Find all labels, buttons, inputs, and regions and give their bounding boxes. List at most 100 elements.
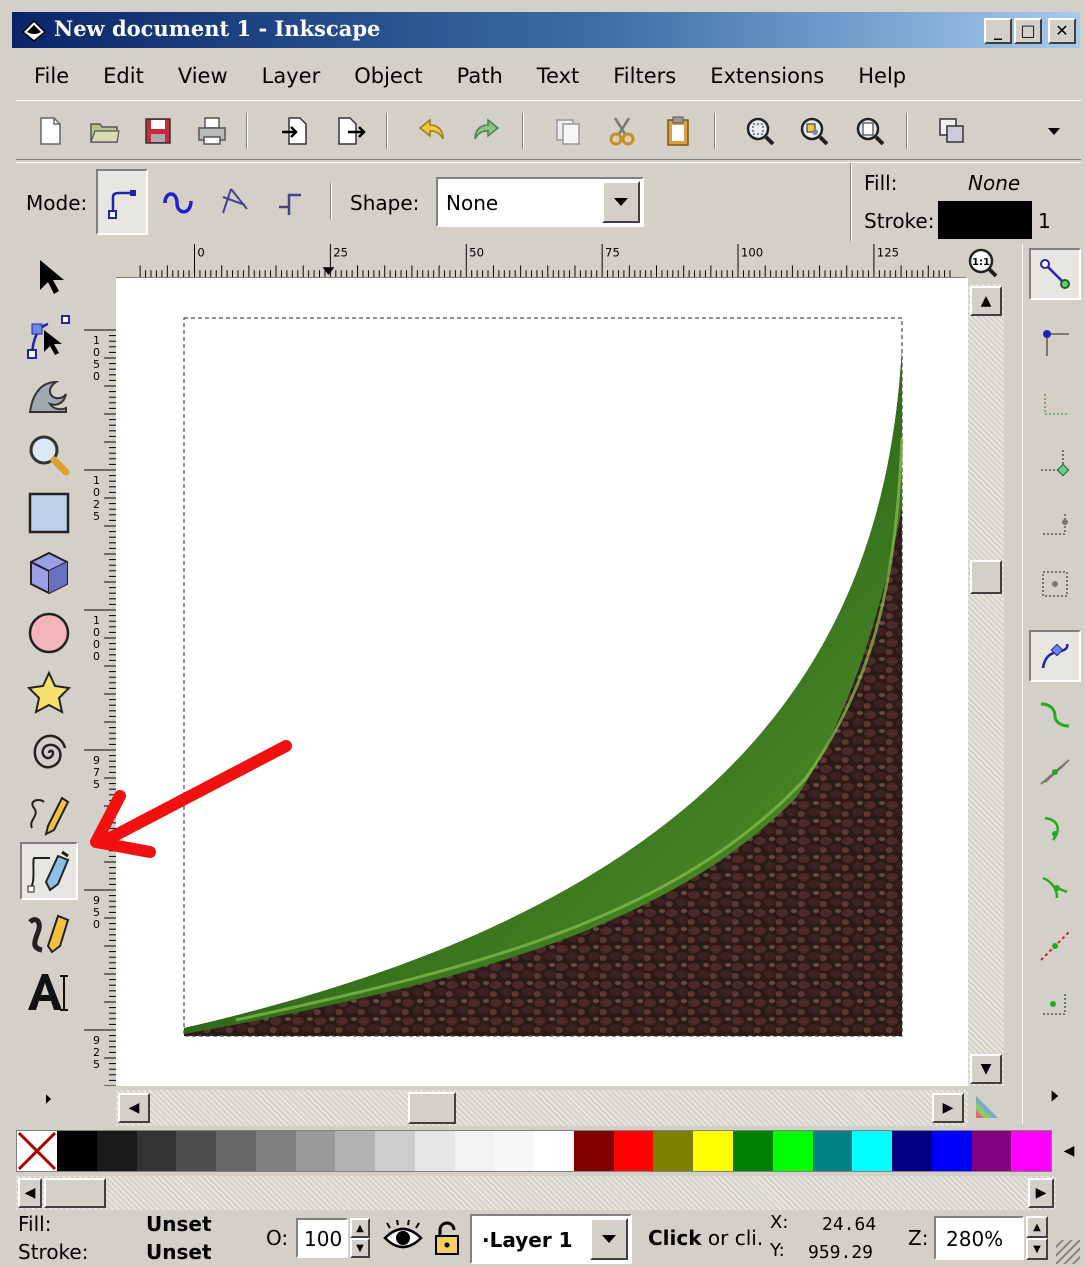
scroll-left-button[interactable]: ◀ [118,1093,150,1123]
opacity-input[interactable]: 100 [296,1218,348,1258]
snap-cusp-nodes-button[interactable] [1029,862,1081,914]
snap-bbox-button[interactable] [1029,316,1081,368]
palette-swatch[interactable] [653,1131,694,1171]
vertical-scroll-thumb[interactable] [970,560,1002,594]
mode-bspline-button[interactable] [208,169,260,235]
scroll-up-button[interactable]: ▲ [970,286,1002,316]
palette-swatch[interactable] [414,1131,455,1171]
palette-scroll-left-button[interactable]: ◀ [18,1178,42,1208]
layer-lock-toggle[interactable] [432,1220,462,1256]
palette-swatch[interactable] [295,1131,336,1171]
ellipse-tool[interactable] [20,604,78,662]
menu-edit[interactable]: Edit [86,64,161,88]
mode-paraxial-button[interactable] [264,169,316,235]
duplicate-button[interactable] [548,111,588,151]
snap-enable-button[interactable] [1029,248,1081,300]
style-stroke-width[interactable]: 1 [1038,209,1051,233]
palette-swatch[interactable] [375,1131,415,1171]
maximize-button[interactable]: □ [1014,18,1042,44]
node-tool[interactable] [20,308,78,366]
status-fill-value[interactable]: Unset [146,1212,212,1236]
palette-swatch[interactable] [136,1131,177,1171]
save-button[interactable] [138,111,178,151]
zoom-selection-button[interactable] [740,111,780,151]
palette-swatch[interactable] [494,1131,535,1171]
palette-swatch[interactable] [534,1131,574,1171]
style-stroke-swatch[interactable] [938,201,1032,239]
snap-object-center-button[interactable] [1029,978,1081,1030]
palette-swatch[interactable] [57,1131,97,1171]
zoom-one-to-one-button[interactable]: 1:1 [968,248,998,278]
palette-scroll-right-button[interactable]: ▶ [1028,1178,1054,1208]
zoom-page-button[interactable] [850,111,890,151]
toolbox-more-button[interactable] [20,1070,78,1128]
opacity-spin-up[interactable]: ▲ [350,1218,370,1238]
palette-swatch[interactable] [613,1131,654,1171]
tweak-tool[interactable] [20,366,78,424]
redo-button[interactable] [466,111,506,151]
no-paint-swatch[interactable] [17,1131,57,1171]
menu-file[interactable]: File [16,64,86,88]
status-stroke-value[interactable]: Unset [146,1240,212,1264]
menu-extensions[interactable]: Extensions [693,64,841,88]
scroll-right-button[interactable]: ▶ [932,1093,964,1123]
shape-select[interactable]: None [436,177,644,227]
zoom-spin-up[interactable]: ▲ [1026,1216,1048,1238]
print-button[interactable] [192,111,232,151]
snap-paths-button[interactable] [1029,688,1081,740]
minimize-button[interactable]: _ [984,18,1012,44]
menu-view[interactable]: View [161,64,245,88]
palette-swatch[interactable] [931,1131,972,1171]
selector-tool[interactable] [20,248,78,306]
zoom-tool[interactable] [20,426,78,484]
palette-swatch[interactable] [812,1131,853,1171]
palette-swatch[interactable] [335,1131,376,1171]
snapbar-more-button[interactable] [1029,1070,1081,1122]
horizontal-scrollbar[interactable]: ◀ ▶ [116,1090,968,1126]
mode-regular-bezier-button[interactable] [96,169,148,235]
horizontal-ruler[interactable]: 0 25 50 75 100 125 [116,244,966,278]
palette-swatch[interactable] [971,1131,1012,1171]
layer-select[interactable]: ·Layer 1 [470,1214,632,1264]
palette-swatch[interactable] [852,1131,893,1171]
drawing-canvas[interactable] [116,278,968,1086]
zoom-input[interactable]: 280% [934,1216,1024,1260]
snap-smooth-nodes-button[interactable] [1029,804,1081,856]
star-tool[interactable] [20,664,78,722]
palette-swatch[interactable] [216,1131,256,1171]
snap-bbox-corner-button[interactable] [1029,438,1081,490]
menu-help[interactable]: Help [841,64,923,88]
zoom-spin-down[interactable]: ▼ [1026,1238,1048,1260]
snap-intersections-button[interactable] [1029,746,1081,798]
resize-grip[interactable] [1056,1240,1080,1264]
spiral-tool[interactable] [20,724,78,782]
palette-swatch[interactable] [892,1131,932,1171]
palette-swatch[interactable] [573,1131,614,1171]
palette-swatch[interactable] [733,1131,773,1171]
snap-midpoints-button[interactable] [1029,920,1081,972]
snap-nodes-button[interactable] [1029,630,1081,682]
menu-text[interactable]: Text [520,64,596,88]
vertical-scrollbar[interactable]: ▲ ▼ [968,284,1004,1086]
color-management-button[interactable] [972,1092,1002,1122]
horizontal-scroll-thumb[interactable] [408,1092,456,1124]
open-button[interactable] [84,111,124,151]
palette-swatch[interactable] [255,1131,296,1171]
palette-scroll-thumb[interactable] [44,1178,106,1208]
paste-button[interactable] [658,111,698,151]
import-button[interactable] [276,111,316,151]
palette-scrollbar[interactable]: ◀ ▶ [16,1176,1056,1210]
new-button[interactable] [30,111,70,151]
style-fill-value[interactable]: None [968,171,1020,195]
3d-box-tool[interactable] [20,544,78,602]
snap-bbox-edge-button[interactable] [1029,378,1081,430]
opacity-spin-down[interactable]: ▼ [350,1238,370,1258]
layer-visibility-toggle[interactable] [382,1219,424,1256]
menu-filters[interactable]: Filters [596,64,693,88]
menu-object[interactable]: Object [337,64,439,88]
export-button[interactable] [330,111,370,151]
calligraphy-tool[interactable] [20,904,78,962]
snap-bbox-center-button[interactable] [1029,558,1081,610]
bezier-pen-tool[interactable] [20,842,78,900]
rectangle-tool[interactable] [20,484,78,542]
